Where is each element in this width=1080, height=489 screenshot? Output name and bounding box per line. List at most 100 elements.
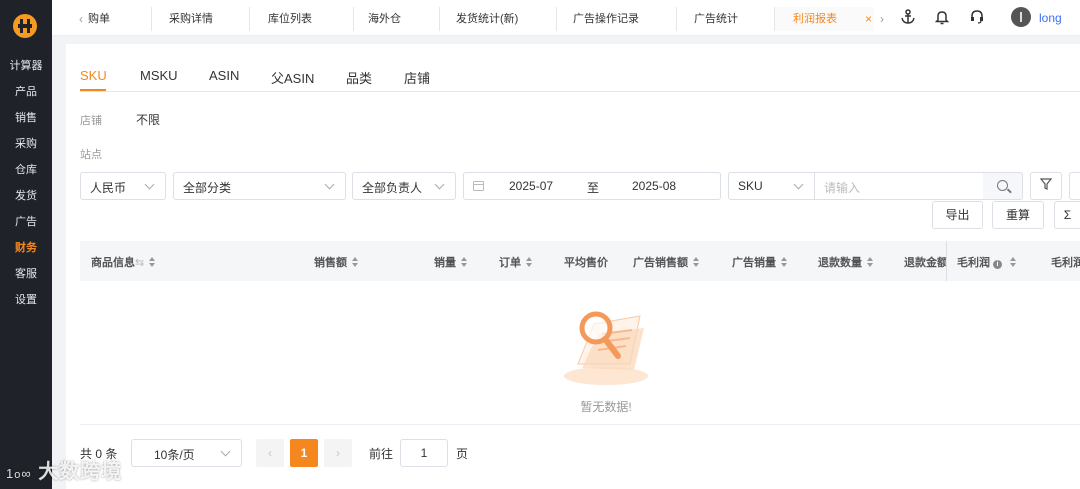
sidebar-item-purchase[interactable]: 采购 [0, 136, 52, 152]
tab-bar: ‹ 购单 采购详情 库位列表 海外仓 发货统计(新) 广告操作记录 广告统计 利… [52, 0, 1080, 36]
tab-shipping-stats[interactable]: 发货统计(新) [440, 7, 557, 31]
search-input[interactable]: 请输入 [814, 172, 984, 200]
sort-icon[interactable] [352, 257, 358, 267]
sort-icon[interactable] [693, 257, 699, 267]
category-select[interactable]: 全部分类 [173, 172, 346, 200]
column-orders[interactable]: 订单 [499, 254, 532, 270]
column-sales-amount[interactable]: 销售额 [314, 254, 358, 270]
watermark: 1o∞ 大数跨境 [6, 455, 122, 484]
column-orders-label: 订单 [499, 257, 521, 269]
tab-purchase-detail[interactable]: 采购详情 [152, 7, 250, 31]
sidebar-item-warehouse[interactable]: 仓库 [0, 162, 52, 178]
column-product-info[interactable]: 商品信息⇆ [91, 254, 156, 270]
column-ad-sales-amount[interactable]: 广告销售额 [633, 254, 699, 270]
main-panel: SKU MSKU ASIN 父ASIN 品类 店铺 店铺 不限 站点 人民币 全… [66, 44, 1080, 489]
date-separator: 至 [587, 181, 600, 195]
page-size-value: 10条/页 [154, 448, 195, 462]
export-button[interactable]: 导出 [932, 201, 983, 229]
sidebar-item-shipping[interactable]: 发货 [0, 188, 52, 204]
page-size-select[interactable]: 10条/页 [131, 439, 242, 467]
sidebar: 计算器 产品 销售 采购 仓库 发货 广告 财务 客服 设置 [0, 0, 52, 489]
column-sales-qty-label: 销量 [434, 257, 456, 269]
fixed-column-divider [946, 241, 947, 281]
sort-icon[interactable] [781, 257, 787, 267]
tab-profit-report[interactable]: 利润报表 × [775, 7, 874, 31]
shop-filter-value[interactable]: 不限 [136, 111, 160, 128]
sidebar-item-service[interactable]: 客服 [0, 266, 52, 282]
column-refund-amount[interactable]: 退款金额 [904, 254, 946, 270]
headset-icon[interactable] [969, 9, 985, 27]
goto-page-input[interactable]: 1 [400, 439, 448, 467]
username[interactable]: long [1039, 11, 1062, 25]
sum-button[interactable]: Σ [1054, 201, 1080, 229]
page-unit-label: 页 [456, 447, 469, 461]
sort-icon[interactable] [461, 257, 467, 267]
search-placeholder: 请输入 [824, 181, 861, 195]
column-ad-sales-qty[interactable]: 广告销量 [732, 254, 787, 270]
table-header: 商品信息⇆ 销售额 销量 订单 平均售价 广告销售额 广告销量 退款数量 退款金… [80, 241, 1080, 281]
column-refund-qty-label: 退款数量 [818, 257, 862, 269]
sort-icon[interactable] [867, 257, 873, 267]
tab-purchase-order[interactable]: 购单 [82, 7, 152, 31]
sidebar-item-product[interactable]: 产品 [0, 84, 52, 100]
site-filter-label: 站点 [80, 149, 102, 161]
search-field-select[interactable]: SKU [728, 172, 815, 200]
tab-category[interactable]: 品类 [346, 68, 372, 87]
avatar[interactable] [1011, 7, 1031, 27]
info-icon[interactable]: i [993, 260, 1002, 269]
tab-asin[interactable]: ASIN [209, 68, 239, 83]
app-logo[interactable] [13, 14, 37, 38]
sidebar-item-sales[interactable]: 销售 [0, 110, 52, 126]
tab-location-list[interactable]: 库位列表 [250, 7, 354, 31]
prev-page-button[interactable]: ‹ [256, 439, 284, 467]
swap-icon[interactable]: ⇆ [135, 257, 144, 269]
currency-value: 人民币 [90, 181, 127, 195]
category-value: 全部分类 [183, 181, 232, 195]
column-ad-sales-qty-label: 广告销量 [732, 257, 776, 269]
close-icon[interactable]: × [865, 7, 872, 31]
empty-state-text: 暂无数据! [580, 400, 632, 414]
date-end[interactable]: 2025-08 [632, 179, 676, 193]
sidebar-item-settings[interactable]: 设置 [0, 292, 52, 308]
date-range-picker[interactable]: 2025-07 至 2025-08 [463, 172, 721, 200]
sidebar-item-finance[interactable]: 财务 [0, 240, 52, 256]
tab-shop[interactable]: 店铺 [404, 68, 430, 87]
currency-select[interactable]: 人民币 [80, 172, 166, 200]
column-sales-qty[interactable]: 销量 [434, 254, 467, 270]
column-refund-qty[interactable]: 退款数量 [818, 254, 873, 270]
sort-icon[interactable] [1010, 257, 1016, 267]
date-start[interactable]: 2025-07 [509, 179, 553, 193]
empty-state-illustration [560, 294, 652, 389]
recalculate-button[interactable]: 重算 [992, 201, 1044, 229]
chevron-down-icon [793, 179, 804, 190]
anchor-icon[interactable] [900, 9, 916, 27]
column-gross-profit[interactable]: 毛利润 i [957, 254, 1016, 270]
sidebar-item-calculator[interactable]: 计算器 [0, 58, 52, 74]
tab-overseas-warehouse[interactable]: 海外仓 [354, 7, 440, 31]
sort-icon[interactable] [526, 257, 532, 267]
sort-icon[interactable] [149, 257, 156, 267]
bell-icon[interactable] [934, 9, 950, 27]
column-avg-price-label: 平均售价 [564, 257, 608, 269]
next-page-button[interactable]: › [324, 439, 352, 467]
page-number-current[interactable]: 1 [290, 439, 318, 467]
search-icon[interactable] [983, 172, 1023, 200]
chevron-down-icon [220, 446, 231, 457]
owner-select[interactable]: 全部负责人 [352, 172, 456, 200]
more-filter-button[interactable] [1069, 172, 1080, 200]
tab-msku[interactable]: MSKU [140, 68, 178, 83]
column-product-info-label: 商品信息 [91, 257, 135, 269]
tab-ad-stats[interactable]: 广告统计 [677, 7, 775, 31]
tab-ad-operation-log[interactable]: 广告操作记录 [557, 7, 677, 31]
tab-parent-asin[interactable]: 父ASIN [271, 68, 314, 87]
watermark-logo: ∞ [21, 466, 32, 481]
filter-button[interactable] [1030, 172, 1062, 200]
watermark-text: 大数跨境 [38, 461, 123, 483]
column-gross-profit-rate[interactable]: 毛利润 [1051, 254, 1080, 270]
tab-scroll-right-icon[interactable]: › [877, 12, 887, 26]
funnel-icon [1039, 178, 1053, 190]
tab-sku[interactable]: SKU [80, 68, 107, 83]
sidebar-item-ads[interactable]: 广告 [0, 214, 52, 230]
shop-filter-label: 店铺 [80, 115, 102, 127]
column-sales-amount-label: 销售额 [314, 257, 347, 269]
